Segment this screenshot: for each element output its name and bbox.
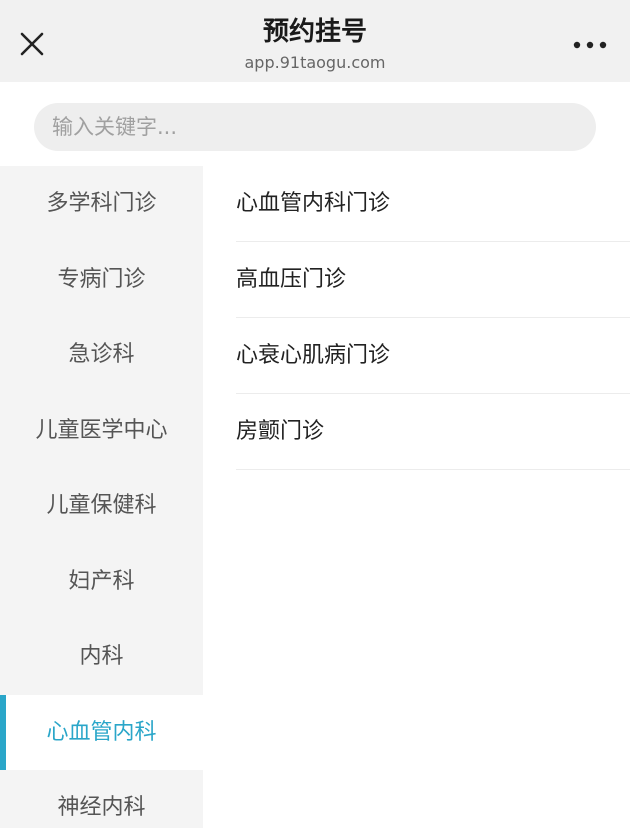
sidebar-item-label: 儿童医学中心 (35, 417, 168, 443)
title-block: 预约挂号 app.91taogu.com (115, 14, 515, 74)
more-button[interactable] (570, 30, 610, 60)
sidebar-item-label: 专病门诊 (57, 266, 146, 292)
more-icon (573, 41, 607, 49)
clinic-item-hypertension[interactable]: 高血压门诊 (236, 242, 630, 318)
sidebar-item-label: 多学科门诊 (46, 191, 157, 216)
sidebar-item-label: 儿童保健科 (46, 493, 157, 518)
clinic-item-label: 心血管内科门诊 (236, 191, 391, 216)
sidebar-item-label: 神经内科 (57, 795, 146, 820)
department-sidebar: 多学科门诊 专病门诊 急诊科 儿童医学中心 儿童保健科 妇产科 内科 心血管内科… (0, 166, 203, 828)
search-area (0, 82, 630, 166)
clinic-item-label: 高血压门诊 (236, 267, 347, 292)
sidebar-item-label: 急诊科 (68, 342, 135, 367)
sidebar-item-multidisciplinary[interactable]: 多学科门诊 (0, 166, 203, 242)
sidebar-item-emergency[interactable]: 急诊科 (0, 317, 203, 393)
sidebar-item-obstetrics[interactable]: 妇产科 (0, 544, 203, 620)
sidebar-item-cardiology[interactable]: 心血管内科 (0, 694, 203, 770)
clinic-list: 心血管内科门诊 高血压门诊 心衰心肌病门诊 房颤门诊 (203, 166, 630, 828)
sidebar-item-label: 内科 (79, 644, 124, 669)
clinic-item-atrial-fibrillation[interactable]: 房颤门诊 (236, 394, 630, 470)
clinic-item-cardiology[interactable]: 心血管内科门诊 (236, 166, 630, 242)
sidebar-item-specialty[interactable]: 专病门诊 (0, 242, 203, 318)
page: 预约挂号 app.91taogu.com 多学科门诊 专病门诊 急诊科 儿童医学… (0, 0, 630, 828)
clinic-item-label: 心衰心肌病门诊 (236, 343, 391, 368)
sidebar-item-neurology[interactable]: 神经内科 (0, 770, 203, 828)
page-url: app.91taogu.com (244, 53, 386, 72)
search-input[interactable] (34, 103, 596, 151)
sidebar-item-label: 妇产科 (68, 568, 135, 594)
sidebar-item-children-medical-center[interactable]: 儿童医学中心 (0, 393, 203, 469)
top-nav-bar: 预约挂号 app.91taogu.com (0, 0, 630, 82)
sidebar-item-internal-medicine[interactable]: 内科 (0, 619, 203, 695)
page-title: 预约挂号 (262, 17, 367, 47)
close-button[interactable] (10, 22, 54, 66)
close-icon (20, 32, 44, 56)
clinic-item-heart-failure[interactable]: 心衰心肌病门诊 (236, 318, 630, 394)
clinic-item-label: 房颤门诊 (236, 419, 325, 444)
sidebar-item-label: 心血管内科 (46, 719, 157, 745)
sidebar-item-child-healthcare[interactable]: 儿童保健科 (0, 468, 203, 544)
active-indicator (0, 694, 6, 770)
